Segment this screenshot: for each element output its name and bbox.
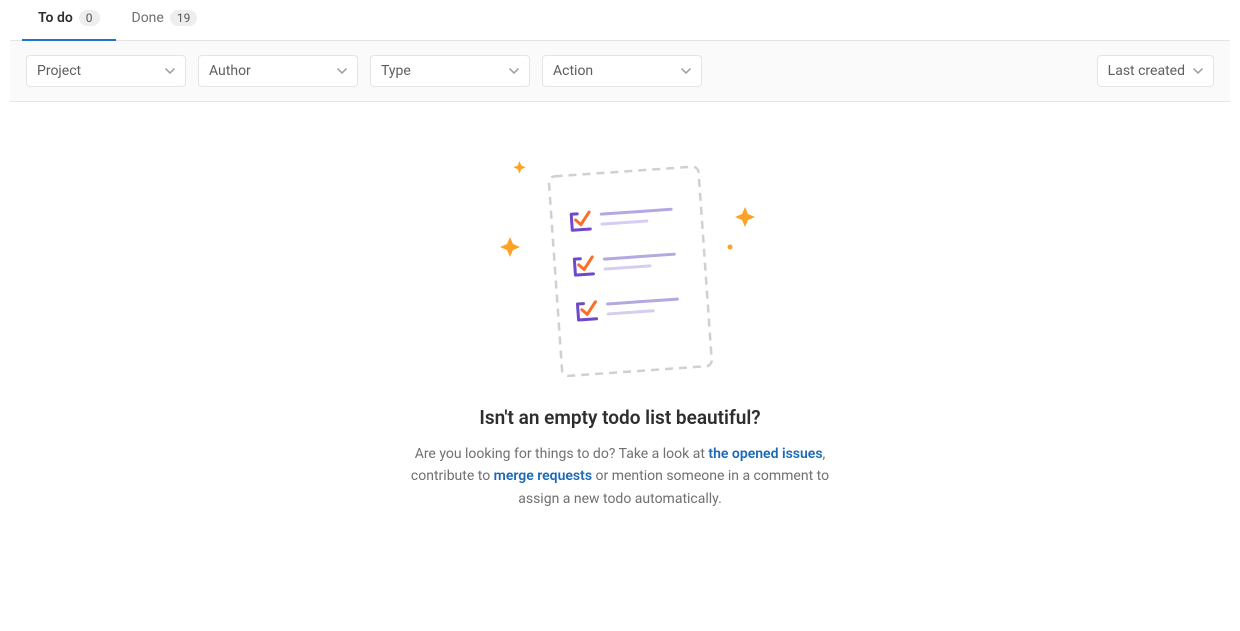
filter-author-label: Author (209, 63, 251, 79)
filter-type-label: Type (381, 63, 411, 79)
chevron-down-icon (337, 66, 347, 76)
chevron-down-icon (681, 66, 691, 76)
tab-todo[interactable]: To do 0 (22, 0, 116, 40)
filter-project-label: Project (37, 63, 81, 79)
filter-bar: Project Author Type Action Last created (10, 41, 1230, 102)
chevron-down-icon (165, 66, 175, 76)
tab-todo-label: To do (38, 10, 73, 26)
tabs: To do 0 Done 19 (10, 0, 1230, 41)
empty-text-pre: Are you looking for things to do? Take a… (415, 446, 709, 462)
filter-type[interactable]: Type (370, 55, 530, 87)
tab-todo-count: 0 (79, 10, 100, 26)
empty-state: Isn't an empty todo list beautiful? Are … (10, 102, 1230, 550)
tab-done-count: 19 (170, 10, 198, 26)
empty-description: Are you looking for things to do? Take a… (390, 443, 850, 510)
opened-issues-link[interactable]: the opened issues (708, 446, 822, 462)
filter-author[interactable]: Author (198, 55, 358, 87)
merge-requests-link[interactable]: merge requests (494, 468, 592, 484)
filter-action[interactable]: Action (542, 55, 702, 87)
filter-project[interactable]: Project (26, 55, 186, 87)
chevron-down-icon (509, 66, 519, 76)
sort-label: Last created (1108, 63, 1185, 79)
empty-title: Isn't an empty todo list beautiful? (30, 406, 1210, 429)
tab-done-label: Done (132, 10, 164, 26)
tab-done[interactable]: Done 19 (116, 0, 214, 40)
filter-action-label: Action (553, 63, 593, 79)
empty-illustration (470, 152, 770, 382)
chevron-down-icon (1193, 66, 1203, 76)
sort-dropdown[interactable]: Last created (1097, 55, 1214, 87)
